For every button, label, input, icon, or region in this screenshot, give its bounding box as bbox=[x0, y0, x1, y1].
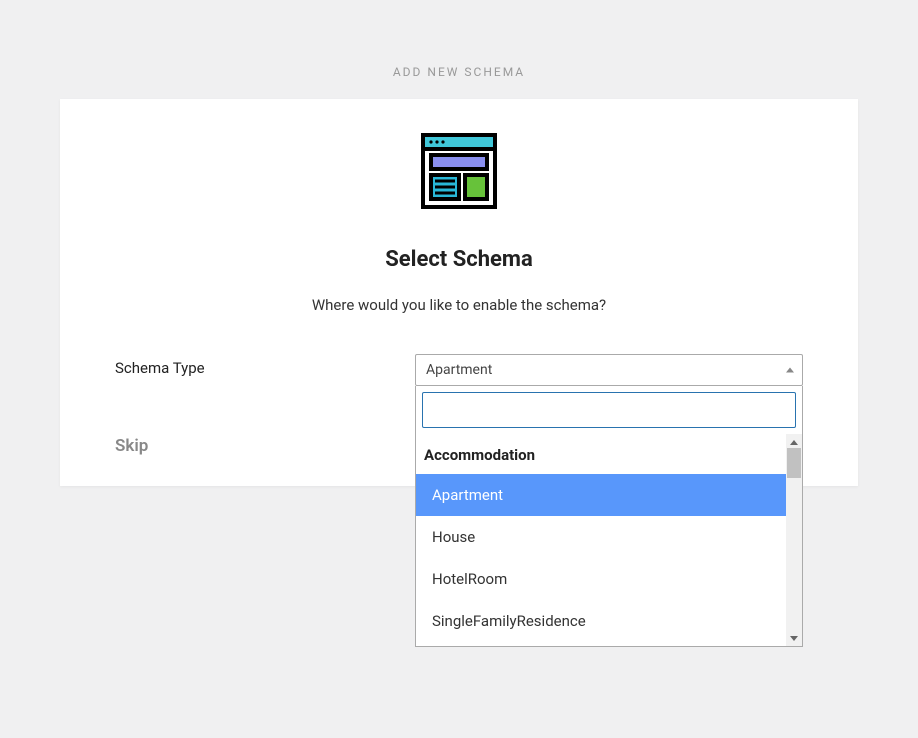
dropdown-group-label: Accommodation bbox=[416, 438, 802, 474]
dropdown-body: Accommodation Apartment House HotelRoom … bbox=[416, 434, 802, 646]
dropdown-option-hotelroom[interactable]: HotelRoom bbox=[416, 558, 802, 600]
dropdown-search-input[interactable] bbox=[422, 392, 796, 428]
card-subtitle: Where would you like to enable the schem… bbox=[115, 296, 803, 314]
schema-type-dropdown: Accommodation Apartment House HotelRoom … bbox=[415, 386, 803, 647]
webpage-layout-icon bbox=[417, 129, 501, 217]
schema-type-label: Schema Type bbox=[115, 354, 415, 377]
dropdown-search-wrap bbox=[416, 386, 802, 434]
chevron-up-icon bbox=[786, 368, 794, 373]
skip-button[interactable]: Skip bbox=[115, 436, 148, 456]
scrollbar-down-icon[interactable] bbox=[786, 630, 802, 646]
scrollbar-thumb[interactable] bbox=[787, 448, 801, 478]
schema-icon-wrapper bbox=[115, 129, 803, 217]
dropdown-option-apartment[interactable]: Apartment bbox=[416, 474, 802, 516]
dropdown-option-house[interactable]: House bbox=[416, 516, 802, 558]
card-title: Select Schema bbox=[115, 247, 803, 272]
schema-type-row: Schema Type Apartment Accommodation Apar… bbox=[115, 354, 803, 386]
schema-type-selected-value: Apartment bbox=[426, 362, 492, 378]
dropdown-scrollbar[interactable] bbox=[786, 434, 802, 646]
schema-type-select: Apartment Accommodation Apartment House … bbox=[415, 354, 803, 386]
schema-card: Select Schema Where would you like to en… bbox=[60, 99, 858, 486]
page-header-title: ADD NEW SCHEMA bbox=[393, 65, 525, 79]
page-header: ADD NEW SCHEMA bbox=[0, 0, 918, 99]
dropdown-options: Accommodation Apartment House HotelRoom … bbox=[416, 434, 802, 646]
schema-type-select-display[interactable]: Apartment bbox=[415, 354, 803, 386]
dropdown-option-singlefamilyresidence[interactable]: SingleFamilyResidence bbox=[416, 600, 802, 642]
